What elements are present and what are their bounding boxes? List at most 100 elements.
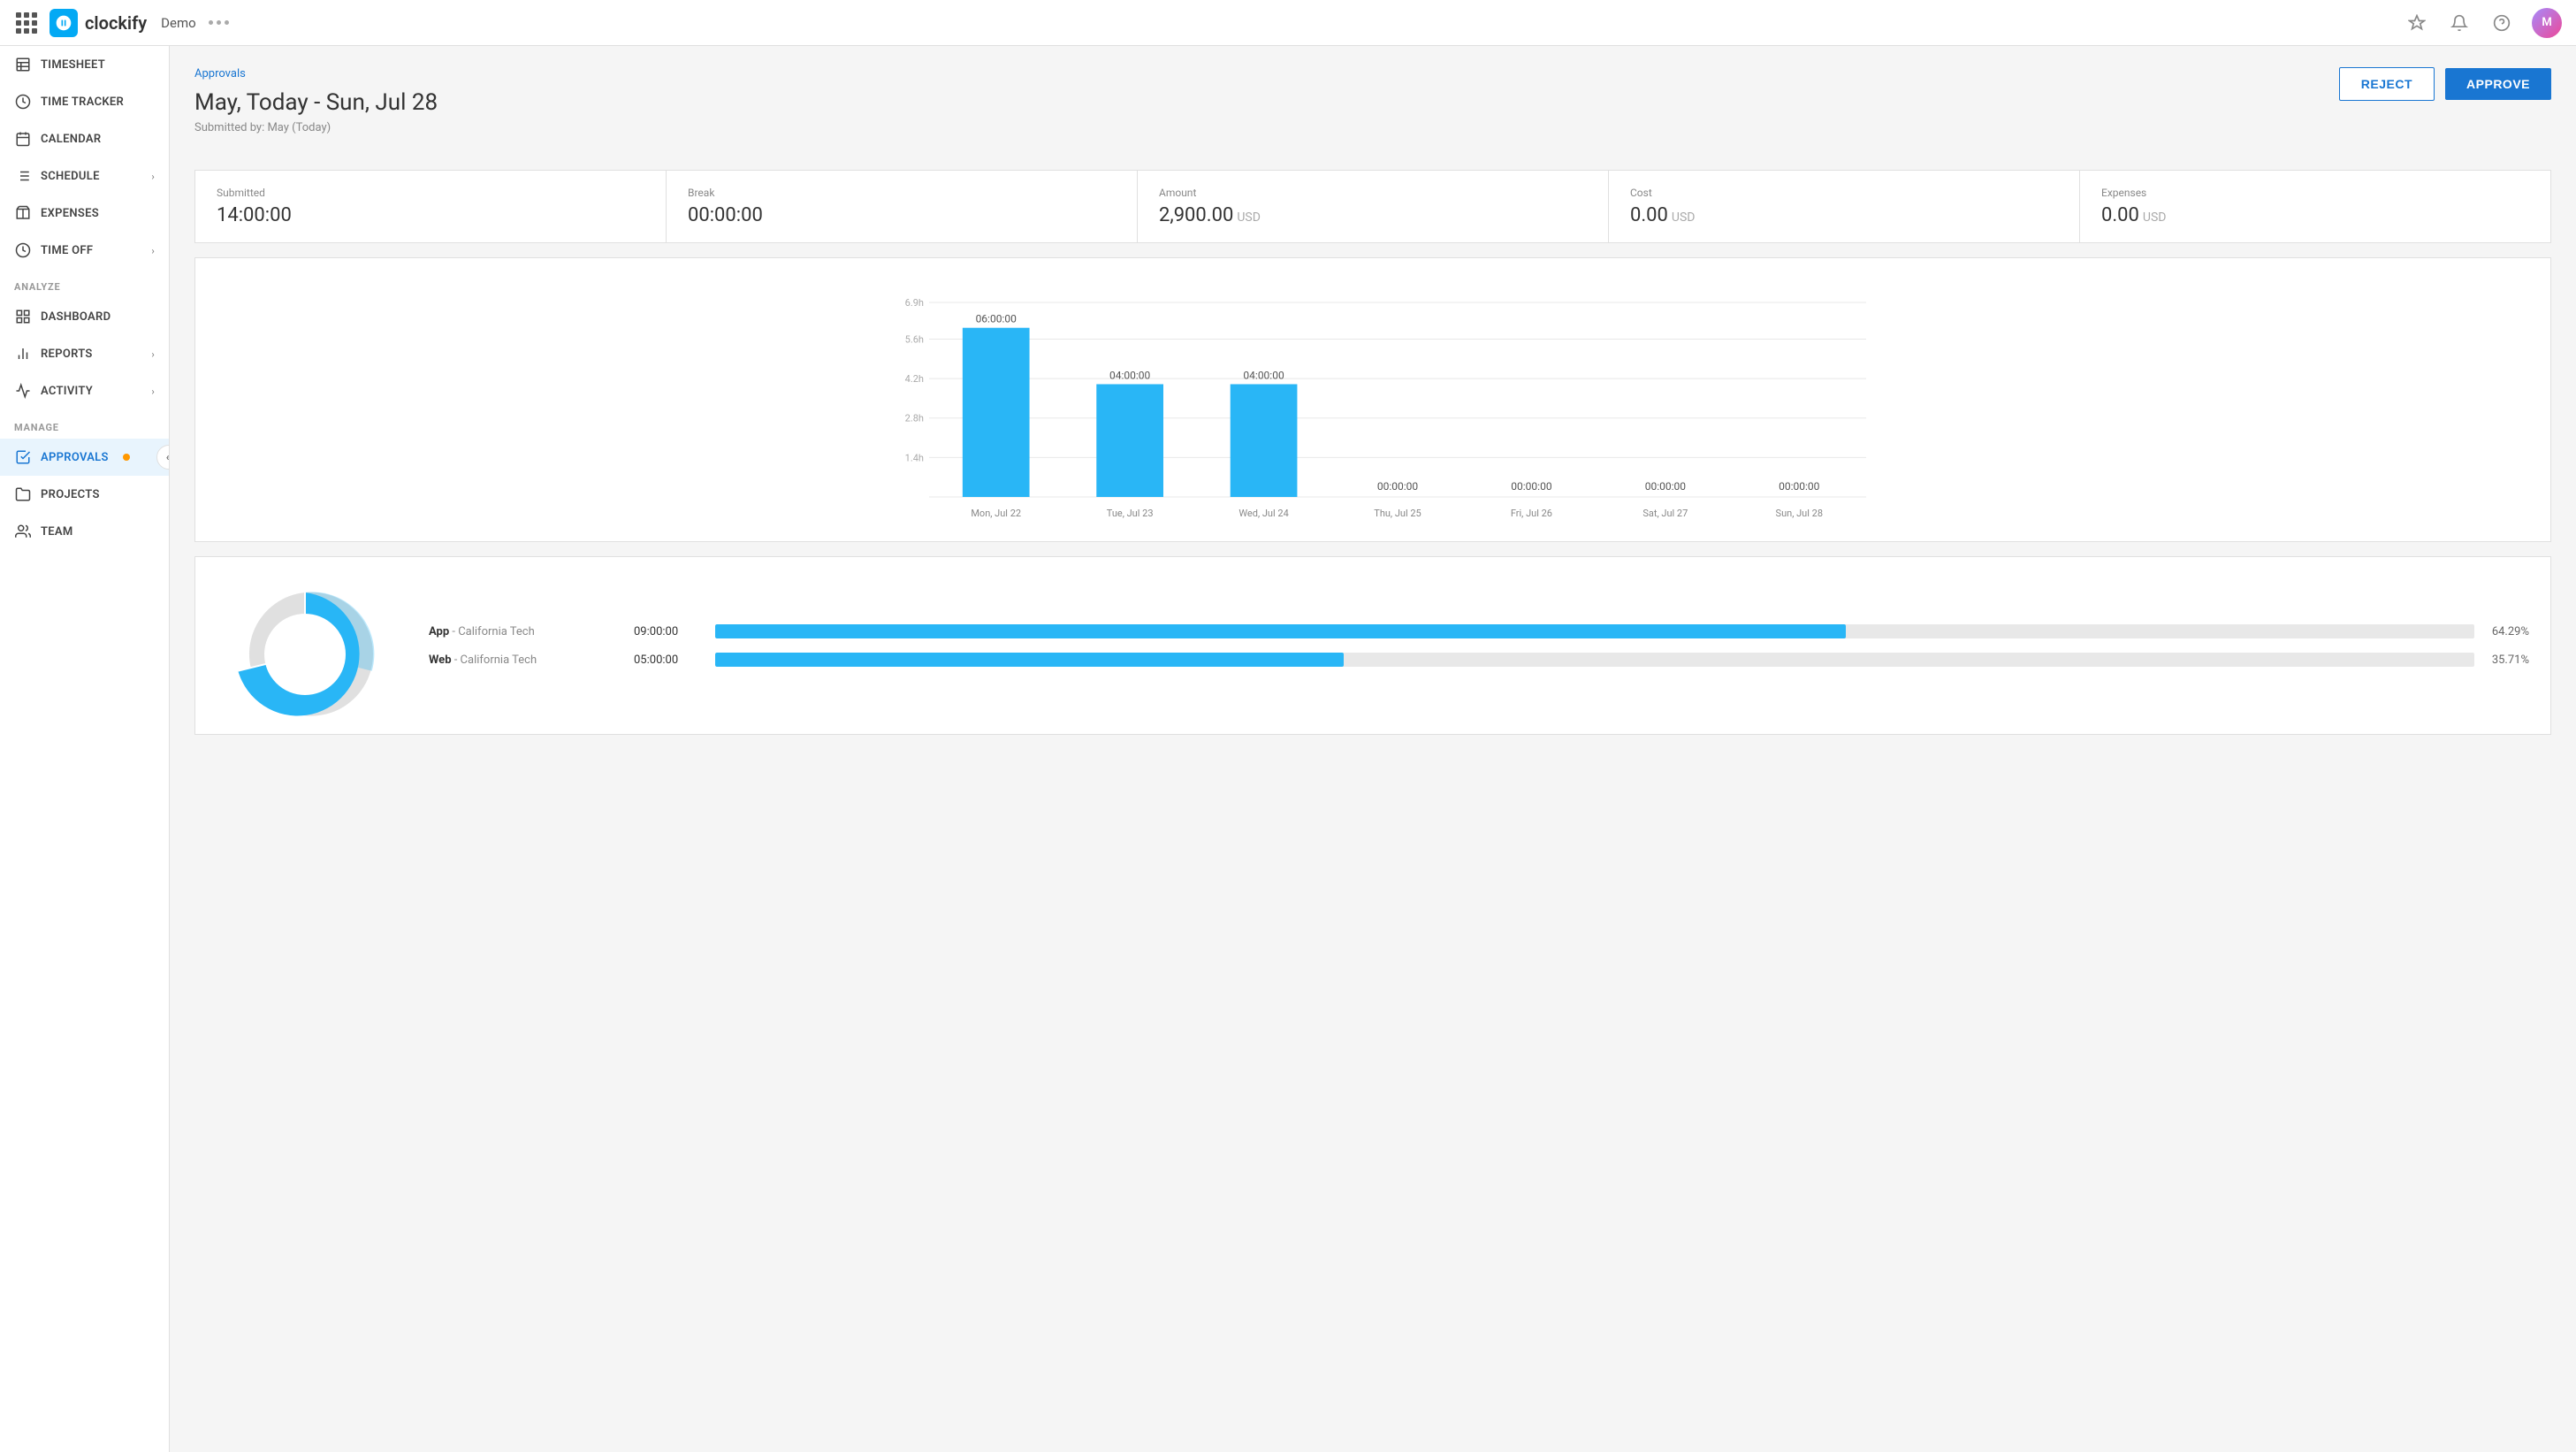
svg-text:Sat, Jul 27: Sat, Jul 27 [1642,508,1688,519]
timeoff-icon [14,241,32,259]
svg-text:Fri, Jul 26: Fri, Jul 26 [1511,508,1552,519]
svg-text:5.6h: 5.6h [905,333,924,345]
stat-expenses-label: Expenses [2101,187,2529,199]
topbar-right: M [2405,8,2562,38]
stat-amount-label: Amount [1159,187,1587,199]
sidebar-item-activity[interactable]: ACTIVITY › [0,372,169,409]
logo-icon [50,9,78,37]
svg-text:00:00:00: 00:00:00 [1511,480,1552,493]
sidebar-item-time-tracker[interactable]: TIME TRACKER [0,83,169,120]
stat-break-label: Break [688,187,1116,199]
workspace-menu[interactable] [209,20,229,25]
page-header-left: Approvals May, Today - Sun, Jul 28 Submi… [194,67,438,152]
legend-bar-app [715,624,1846,638]
analyze-section-label: ANALYZE [0,269,169,298]
svg-text:2.8h: 2.8h [905,413,924,424]
schedule-icon [14,167,32,185]
sidebar-item-label: PROJECTS [41,488,100,501]
reject-button[interactable]: REJECT [2339,67,2435,101]
reports-icon [14,345,32,363]
sidebar-item-reports[interactable]: REPORTS › [0,335,169,372]
stat-break: Break 00:00:00 [667,171,1138,242]
collapse-sidebar-button[interactable]: « [156,445,170,470]
donut-chart [217,575,393,716]
svg-text:04:00:00: 04:00:00 [1109,369,1151,381]
receipt-icon [14,204,32,222]
help-icon[interactable] [2489,11,2514,35]
sidebar-item-label: ACTIVITY [41,385,93,398]
svg-text:06:00:00: 06:00:00 [976,313,1017,325]
sidebar-item-label: REPORTS [41,348,93,361]
legend-pct-web: 35.71% [2485,653,2529,667]
svg-text:Wed, Jul 24: Wed, Jul 24 [1238,508,1288,519]
stat-submitted-value: 14:00:00 [217,204,644,226]
sidebar-item-expenses[interactable]: EXPENSES [0,195,169,232]
bottom-section: App - California Tech 09:00:00 64.29% We… [194,556,2551,735]
pin-icon[interactable] [2405,11,2429,35]
legend-time-app: 09:00:00 [634,625,705,638]
legend-pct-app: 64.29% [2485,625,2529,638]
chevron-right-icon: › [151,171,155,182]
sidebar-item-projects[interactable]: PROJECTS [0,476,169,513]
sidebar-item-label: SCHEDULE [41,170,100,183]
sidebar-item-label: DASHBOARD [41,310,111,324]
sidebar-item-time-off[interactable]: TIME OFF › [0,232,169,269]
notification-bell-icon[interactable] [2447,11,2472,35]
projects-icon [14,485,32,503]
manage-section-label: MANAGE [0,409,169,439]
chevron-right-icon: › [151,348,155,360]
activity-icon [14,382,32,400]
sidebar-item-calendar[interactable]: CALENDAR [0,120,169,157]
sidebar: TIMESHEET TIME TRACKER CALENDAR SCHEDULE… [0,46,170,1452]
sidebar-item-label: TIMESHEET [41,58,105,72]
svg-text:04:00:00: 04:00:00 [1243,369,1284,381]
legend-time-web: 05:00:00 [634,653,705,667]
approve-button[interactable]: APPROVE [2445,68,2551,100]
legend-section: App - California Tech 09:00:00 64.29% We… [429,575,2529,716]
workspace-label: Demo [161,15,196,31]
stat-cost: Cost 0.00USD [1609,171,2080,242]
stat-amount: Amount 2,900.00USD [1138,171,1609,242]
breadcrumb[interactable]: Approvals [194,67,438,80]
page-title: May, Today - Sun, Jul 28 [194,89,438,116]
sidebar-item-timesheet[interactable]: TIMESHEET [0,46,169,83]
stat-submitted-label: Submitted [217,187,644,199]
sidebar-item-label: TIME TRACKER [41,96,124,109]
logo-text: clockify [85,12,147,34]
page-header: Approvals May, Today - Sun, Jul 28 Submi… [194,67,2551,152]
sidebar-item-label: EXPENSES [41,207,99,220]
chevron-right-icon: › [151,386,155,397]
sidebar-item-label: TIME OFF [41,244,93,257]
dashboard-icon [14,308,32,325]
sidebar-item-team[interactable]: TEAM [0,513,169,550]
logo[interactable]: clockify [50,9,147,37]
legend-bar-wrap-app [715,624,2474,638]
stat-submitted: Submitted 14:00:00 [195,171,667,242]
page-header-actions: REJECT APPROVE [2339,67,2551,101]
sidebar-item-dashboard[interactable]: DASHBOARD [0,298,169,335]
bar-chart: 6.9h5.6h4.2h2.8h1.4h06:00:00Mon, Jul 220… [217,276,2529,523]
legend-label-app: App - California Tech [429,625,623,638]
sidebar-item-label: TEAM [41,525,73,539]
legend-label-web: Web - California Tech [429,653,623,667]
topbar: clockify Demo M [0,0,2576,46]
clock-icon [14,93,32,111]
avatar[interactable]: M [2532,8,2562,38]
stats-bar: Submitted 14:00:00 Break 00:00:00 Amount… [194,170,2551,243]
grid-menu-button[interactable] [14,11,39,35]
sidebar-item-approvals[interactable]: APPROVALS « [0,439,169,476]
svg-text:Thu, Jul 25: Thu, Jul 25 [1374,508,1421,519]
svg-text:6.9h: 6.9h [905,297,924,309]
svg-text:1.4h: 1.4h [905,452,924,463]
legend-item-app: App - California Tech 09:00:00 64.29% [429,624,2529,638]
svg-text:4.2h: 4.2h [905,373,924,385]
stat-expenses-value: 0.00USD [2101,204,2529,226]
legend-bar-web [715,653,1344,667]
legend-item-web: Web - California Tech 05:00:00 35.71% [429,653,2529,667]
svg-text:Tue, Jul 23: Tue, Jul 23 [1107,508,1154,519]
sidebar-item-label: APPROVALS [41,451,109,464]
team-icon [14,523,32,540]
stat-expenses: Expenses 0.00USD [2080,171,2550,242]
sidebar-item-schedule[interactable]: SCHEDULE › [0,157,169,195]
stat-cost-label: Cost [1630,187,2058,199]
